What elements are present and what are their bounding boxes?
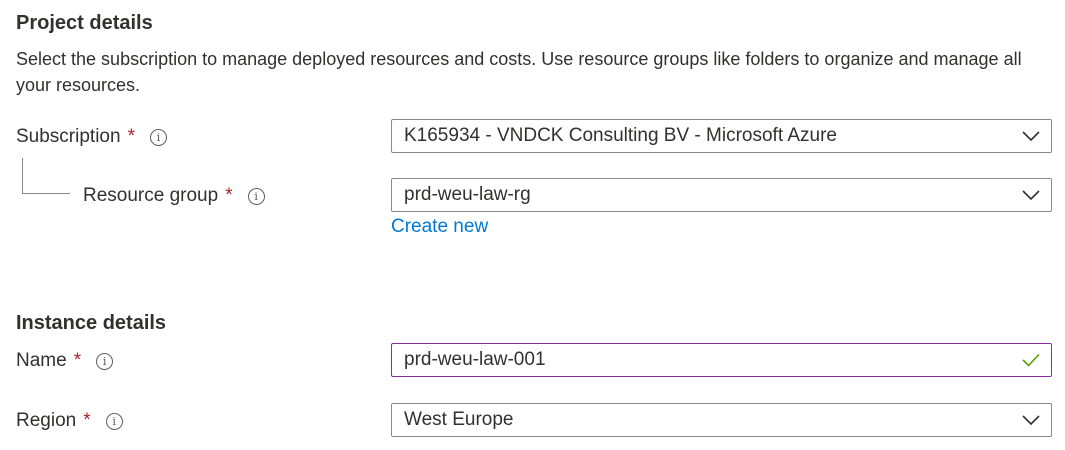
- info-icon[interactable]: i: [247, 187, 265, 205]
- required-asterisk: *: [127, 126, 135, 147]
- resource-group-label: Resource group: [83, 185, 219, 206]
- name-input-value[interactable]: prd-weu-law-001: [392, 349, 1011, 371]
- required-asterisk: *: [83, 410, 91, 431]
- resource-group-selected-value: prd-weu-law-rg: [404, 184, 531, 205]
- info-icon[interactable]: i: [96, 352, 114, 370]
- region-label: Region: [16, 410, 77, 431]
- hierarchy-connector: [22, 158, 70, 194]
- name-input[interactable]: prd-weu-law-001: [391, 343, 1052, 377]
- instance-details-heading: Instance details: [16, 312, 167, 334]
- region-label-row: Region * i: [16, 403, 123, 439]
- resource-group-label-row: Resource group * i: [83, 178, 265, 214]
- subscription-label-row: Subscription * i: [16, 119, 167, 155]
- required-asterisk: *: [73, 350, 82, 371]
- info-icon[interactable]: i: [105, 412, 123, 430]
- region-selected-value: West Europe: [404, 409, 514, 430]
- info-icon[interactable]: i: [149, 128, 167, 146]
- chevron-down-icon: [1011, 404, 1051, 436]
- checkmark-icon: [1011, 344, 1051, 376]
- chevron-down-icon: [1011, 179, 1051, 211]
- create-new-link[interactable]: Create new: [391, 216, 488, 238]
- subscription-label: Subscription: [16, 126, 121, 147]
- name-label: Name: [16, 350, 67, 371]
- subscription-selected-value: K165934 - VNDCK Consulting BV - Microsof…: [404, 125, 837, 146]
- project-details-heading: Project details: [16, 12, 153, 34]
- region-dropdown[interactable]: West Europe: [391, 403, 1052, 437]
- resource-group-dropdown[interactable]: prd-weu-law-rg: [391, 178, 1052, 212]
- required-asterisk: *: [225, 185, 233, 206]
- name-label-row: Name * i: [16, 343, 114, 379]
- chevron-down-icon: [1011, 120, 1051, 152]
- project-details-description: Select the subscription to manage deploy…: [16, 49, 1022, 95]
- subscription-dropdown[interactable]: K165934 - VNDCK Consulting BV - Microsof…: [391, 119, 1052, 153]
